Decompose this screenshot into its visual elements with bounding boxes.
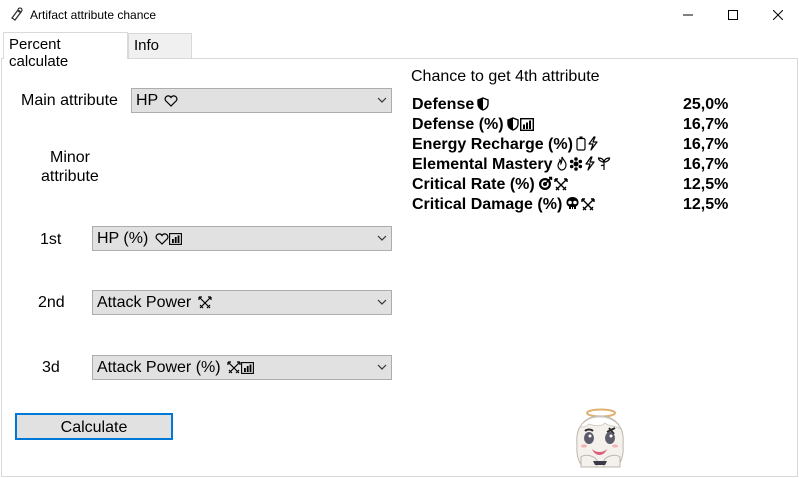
main-attribute-select[interactable]: HP xyxy=(131,88,392,113)
result-name: Defense xyxy=(412,96,475,113)
minor-attribute-1-value: HP (%) xyxy=(97,230,149,247)
maximize-button[interactable] xyxy=(710,0,756,30)
crossed-swords-icon xyxy=(227,361,241,379)
minor-attribute-2-select[interactable]: Attack Power xyxy=(92,290,392,315)
leaf-icon xyxy=(597,156,611,176)
target-icon xyxy=(538,176,553,196)
result-row-energy-recharge: Energy Recharge (%) 16,7% xyxy=(412,136,742,156)
close-icon xyxy=(773,10,783,20)
battery-icon xyxy=(576,136,586,156)
calculate-button[interactable]: Calculate xyxy=(15,413,173,440)
percent-chart-icon xyxy=(241,361,254,379)
result-row-defense-percent: Defense (%) 16,7% xyxy=(412,116,742,136)
chevron-down-icon xyxy=(377,97,387,103)
percent-chart-icon xyxy=(168,232,182,250)
window-title: Artifact attribute chance xyxy=(30,8,157,22)
minimize-button[interactable] xyxy=(665,0,711,30)
skull-icon xyxy=(565,196,580,216)
chevron-down-icon xyxy=(377,364,387,370)
main-attribute-value: HP xyxy=(136,92,158,109)
result-name: Defense (%) xyxy=(412,116,504,133)
mascot-sticker xyxy=(567,405,633,471)
crossed-swords-icon xyxy=(581,198,595,216)
minor-attribute-2-value: Attack Power xyxy=(97,294,192,311)
app-icon xyxy=(9,6,25,22)
flame-icon xyxy=(556,156,568,176)
tab-info[interactable]: Info xyxy=(128,33,192,58)
close-button[interactable] xyxy=(755,0,799,30)
chevron-down-icon xyxy=(377,299,387,305)
result-name: Elemental Mastery xyxy=(412,156,553,173)
result-row-defense: Defense 25,0% xyxy=(412,96,742,116)
minor-attribute-label-line2: attribute xyxy=(41,168,99,185)
title-bar: Artifact attribute chance xyxy=(0,0,799,30)
lightning-icon xyxy=(584,156,596,176)
result-value: 16,7% xyxy=(683,156,729,173)
maximize-icon xyxy=(728,10,738,20)
tab-percent-calculate[interactable]: Percent calculate xyxy=(3,32,128,70)
chevron-down-icon xyxy=(377,235,387,241)
minor-row-2-label: 2nd xyxy=(38,294,65,311)
result-name: Energy Recharge (%) xyxy=(412,136,573,153)
result-row-elemental-mastery: Elemental Mastery 16,7% xyxy=(412,156,742,176)
result-value: 16,7% xyxy=(683,116,729,133)
heart-icon xyxy=(164,94,178,112)
minor-attribute-label-line1: Minor xyxy=(50,149,91,166)
result-name: Critical Damage (%) xyxy=(412,196,563,213)
lightning-icon xyxy=(587,136,599,156)
result-name: Critical Rate (%) xyxy=(412,176,535,193)
minor-attribute-3-value: Attack Power (%) xyxy=(97,359,221,376)
crossed-swords-icon xyxy=(554,178,568,196)
result-value: 12,5% xyxy=(683,196,729,213)
result-value: 25,0% xyxy=(683,96,729,113)
results-header: Chance to get 4th attribute xyxy=(411,68,600,85)
result-row-critical-damage: Critical Damage (%) 12,5% xyxy=(412,196,742,216)
main-attribute-label: Main attribute xyxy=(21,92,118,109)
percent-chart-icon xyxy=(519,117,534,136)
heart-icon xyxy=(155,232,169,250)
minor-row-1-label: 1st xyxy=(40,231,62,248)
minor-attribute-1-select[interactable]: HP (%) xyxy=(92,226,392,251)
result-row-critical-rate: Critical Rate (%) 12,5% xyxy=(412,176,742,196)
minor-attribute-3-select[interactable]: Attack Power (%) xyxy=(92,355,392,380)
snowflake-icon xyxy=(569,157,583,176)
shield-icon xyxy=(506,117,519,136)
minimize-icon xyxy=(683,14,693,16)
crossed-swords-icon xyxy=(198,296,212,314)
result-value: 12,5% xyxy=(683,176,729,193)
shield-icon xyxy=(477,97,489,116)
result-value: 16,7% xyxy=(683,136,729,153)
minor-row-3-label: 3d xyxy=(42,359,60,376)
